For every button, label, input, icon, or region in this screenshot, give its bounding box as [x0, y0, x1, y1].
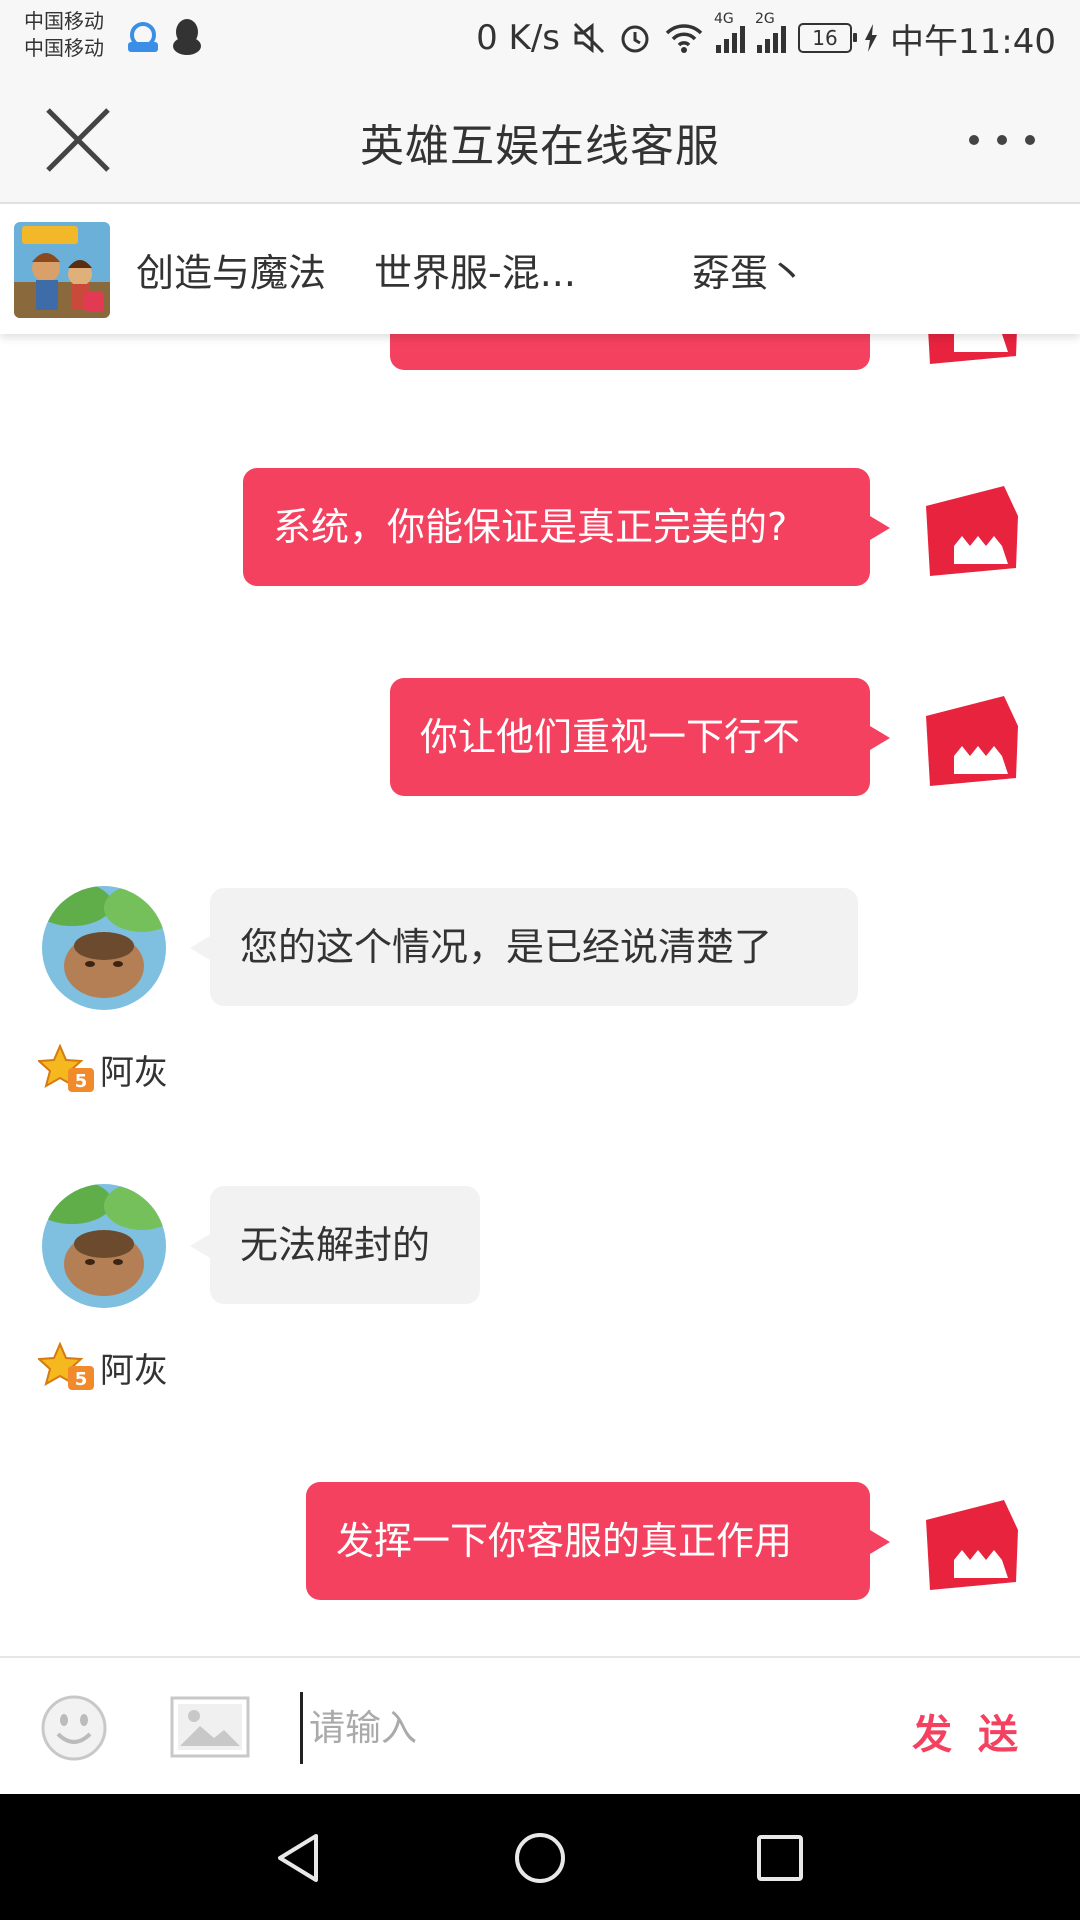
home-icon[interactable]: [510, 1828, 570, 1888]
user-avatar-icon: [926, 486, 1018, 576]
message-bubble-in: 无法解封的: [190, 1186, 480, 1304]
signal-1-label: 4G: [714, 11, 734, 27]
battery-level: 16: [812, 26, 838, 50]
message-bubble-partial: [390, 334, 870, 370]
carrier-1: 中国移动: [24, 9, 104, 33]
game-logo-icon: [14, 222, 110, 318]
user-avatar-icon: [928, 334, 1017, 364]
signal-2-bars: [757, 23, 787, 53]
agent-name: 阿灰: [100, 1052, 168, 1093]
net-speed: 0 K/s: [476, 18, 561, 58]
carrier-2: 中国移动: [24, 36, 104, 60]
header-bar: 英雄互娱在线客服: [0, 80, 1080, 204]
agent-level-badge-icon: 5: [38, 1342, 94, 1390]
system-nav-bar: [0, 1794, 1080, 1920]
qq-icon: [173, 19, 201, 55]
status-bar: 中国移动 中国移动 0 K/s 4G 2G 16 中午11:40: [0, 0, 1080, 80]
agent-avatar-icon: [42, 886, 166, 1010]
carrier-labels: 中国移动 中国移动: [24, 8, 104, 62]
svg-text:5: 5: [75, 1071, 88, 1092]
agent-avatar-icon: [42, 1184, 166, 1308]
message-input-bar: 发 送: [0, 1656, 1080, 1796]
more-icon[interactable]: [964, 120, 1040, 160]
chat-area[interactable]: 系统，你能保证是真正完美的? 你让他们重视一下行不 您的这个情况，是已经说清楚了…: [0, 334, 1080, 1656]
svg-text:5: 5: [75, 1369, 88, 1390]
agent-name: 阿灰: [100, 1350, 168, 1391]
game-name: 创造与魔法: [136, 251, 327, 295]
message-bubble-in: 您的这个情况，是已经说清楚了: [190, 888, 858, 1006]
alarm-icon: [621, 25, 649, 53]
user-avatar-icon: [926, 1500, 1018, 1590]
back-icon[interactable]: [270, 1828, 330, 1888]
player-name: 孬蛋丶: [692, 251, 807, 295]
clock: 中午11:40: [890, 21, 1056, 62]
user-avatar-icon: [926, 696, 1018, 786]
game-server: 世界服-混...: [374, 251, 576, 295]
message-bubble-out: 发挥一下你客服的真正作用: [306, 1482, 890, 1600]
wifi-icon: [665, 24, 703, 53]
status-indicators: 0 K/s 4G 2G 16 中午11:40: [476, 11, 1056, 62]
agent-level-badge-icon: 5: [38, 1044, 94, 1092]
emoji-icon[interactable]: [40, 1694, 108, 1762]
send-button[interactable]: 发 送: [912, 1702, 1024, 1760]
page-title: 英雄互娱在线客服: [360, 121, 720, 172]
battery-indicator: 16: [798, 23, 858, 53]
charging-icon: [865, 24, 878, 52]
message-bubble-out: 你让他们重视一下行不: [390, 678, 890, 796]
hd-call-icon: [128, 22, 158, 52]
agent-tag: 5 阿灰: [38, 1044, 168, 1094]
agent-tag: 5 阿灰: [38, 1342, 168, 1392]
signal-2-label: 2G: [755, 11, 775, 27]
signal-1-bars: [716, 23, 746, 53]
message-bubble-out: 系统，你能保证是真正完美的?: [243, 468, 890, 586]
message-input[interactable]: [300, 1692, 891, 1764]
recent-apps-icon[interactable]: [750, 1828, 810, 1888]
game-info-bar: 创造与魔法 世界服-混... 孬蛋丶: [0, 204, 1080, 334]
mute-icon: [573, 22, 605, 54]
image-icon[interactable]: [170, 1696, 250, 1758]
